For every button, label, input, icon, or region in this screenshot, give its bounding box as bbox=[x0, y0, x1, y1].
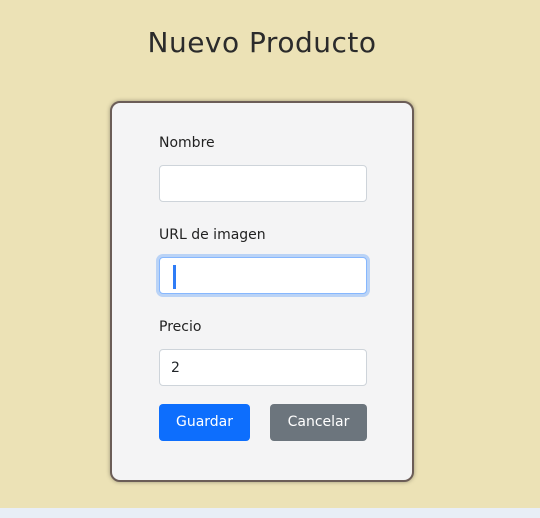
save-button[interactable]: Guardar bbox=[159, 404, 250, 441]
text-caret bbox=[173, 265, 176, 289]
image-url-label: URL de imagen bbox=[159, 227, 266, 243]
name-input[interactable] bbox=[159, 165, 367, 202]
product-form-card: Nombre URL de imagen Precio Guardar Canc… bbox=[110, 101, 414, 482]
cancel-button[interactable]: Cancelar bbox=[270, 404, 367, 441]
image-url-input[interactable] bbox=[159, 257, 367, 294]
bottom-strip bbox=[0, 508, 540, 518]
price-label: Precio bbox=[159, 319, 202, 335]
name-label: Nombre bbox=[159, 135, 215, 151]
page-title: Nuevo Producto bbox=[147, 26, 377, 59]
price-input[interactable] bbox=[159, 349, 367, 386]
